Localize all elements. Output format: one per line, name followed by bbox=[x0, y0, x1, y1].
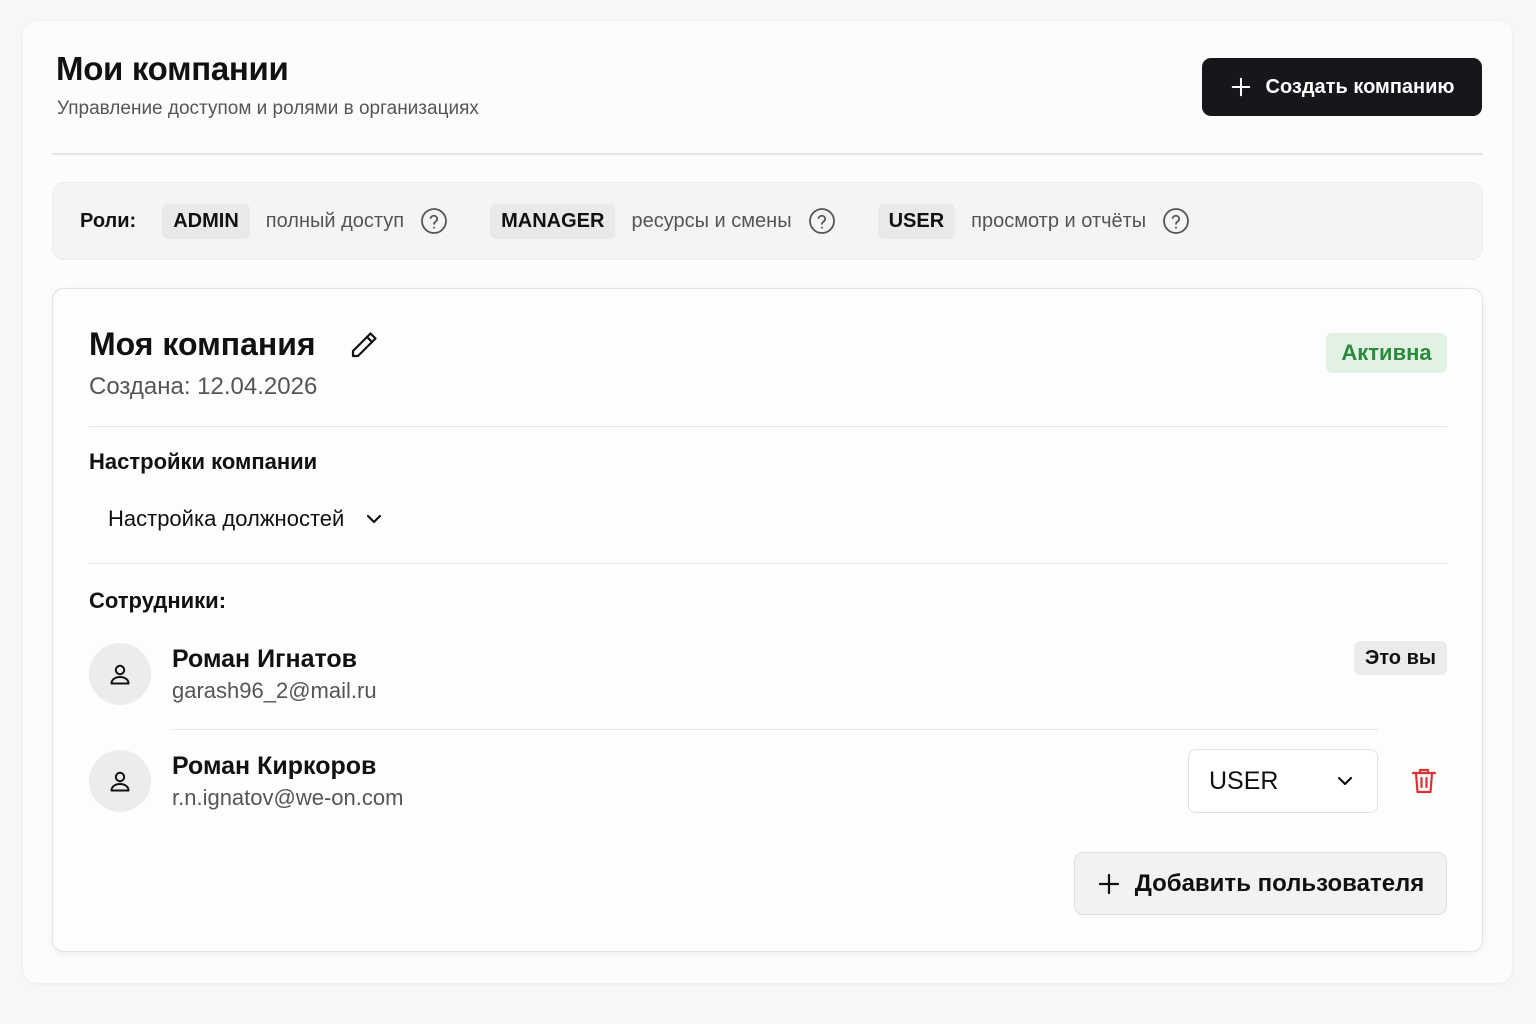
help-circle-icon[interactable] bbox=[420, 207, 448, 235]
employee-role-select[interactable]: USER bbox=[1188, 749, 1378, 813]
page-title: Мои компании bbox=[56, 50, 289, 87]
plus-icon bbox=[1098, 873, 1119, 894]
role-user: USER просмотр и отчёты bbox=[877, 203, 1191, 239]
roles-label: Роли: bbox=[80, 209, 137, 232]
add-user-label: Добавить пользователя bbox=[1134, 869, 1425, 897]
current-user-badge: Это вы bbox=[1354, 641, 1447, 675]
help-circle-icon[interactable] bbox=[1162, 207, 1190, 235]
header-divider bbox=[52, 153, 1483, 155]
company-created-date: Создана: 12.04.2026 bbox=[89, 373, 318, 400]
page-subtitle: Управление доступом и ролями в организац… bbox=[57, 98, 479, 119]
employee-role-value: USER bbox=[1209, 766, 1279, 795]
status-badge: Активна bbox=[1326, 333, 1447, 373]
positions-settings-toggle[interactable]: Настройка должностей bbox=[108, 506, 386, 532]
company-card: Моя компания Создана: 12.04.2026 Активна… bbox=[52, 288, 1483, 952]
employee-name: Роман Игнатов bbox=[172, 644, 358, 673]
role-tag-admin: ADMIN bbox=[162, 203, 250, 239]
employee-email: garash96_2@mail.ru bbox=[172, 677, 377, 703]
help-circle-icon[interactable] bbox=[808, 207, 836, 235]
row-divider bbox=[173, 729, 1378, 730]
create-company-button[interactable]: Создать компанию bbox=[1202, 58, 1482, 116]
chevron-down-icon bbox=[1337, 776, 1353, 786]
user-icon bbox=[110, 771, 130, 792]
avatar bbox=[89, 750, 151, 812]
employee-name: Роман Киркоров bbox=[172, 751, 377, 780]
company-name: Моя компания bbox=[89, 326, 316, 362]
role-desc-user: просмотр и отчёты bbox=[971, 209, 1147, 232]
add-user-button[interactable]: Добавить пользователя bbox=[1074, 852, 1447, 915]
user-icon bbox=[110, 664, 130, 685]
role-desc-admin: полный доступ bbox=[265, 209, 405, 232]
avatar bbox=[89, 643, 151, 705]
employee-row: Роман Игнатов garash96_2@mail.ru bbox=[89, 643, 377, 705]
create-company-label: Создать компанию bbox=[1265, 75, 1455, 98]
employees-title: Сотрудники: bbox=[89, 588, 227, 613]
card-divider bbox=[89, 426, 1447, 427]
role-tag-manager: MANAGER bbox=[490, 203, 616, 239]
trash-icon[interactable] bbox=[1408, 765, 1440, 797]
pencil-icon[interactable] bbox=[346, 327, 382, 363]
role-tag-user: USER bbox=[877, 203, 956, 239]
positions-settings-label: Настройка должностей bbox=[108, 506, 345, 531]
chevron-down-icon bbox=[367, 514, 382, 524]
role-manager: MANAGER ресурсы и смены bbox=[490, 203, 836, 239]
settings-title: Настройки компании bbox=[89, 449, 318, 474]
role-desc-manager: ресурсы и смены bbox=[631, 209, 792, 232]
plus-icon bbox=[1231, 77, 1250, 97]
roles-legend: Роли: ADMIN полный доступ MANAGER ресурс… bbox=[52, 182, 1483, 260]
employee-email: r.n.ignatov@we-on.com bbox=[172, 784, 404, 810]
role-admin: ADMIN полный доступ bbox=[162, 203, 448, 239]
card-divider bbox=[89, 563, 1447, 564]
employee-row: Роман Киркоров r.n.ignatov@we-on.com bbox=[89, 750, 403, 812]
